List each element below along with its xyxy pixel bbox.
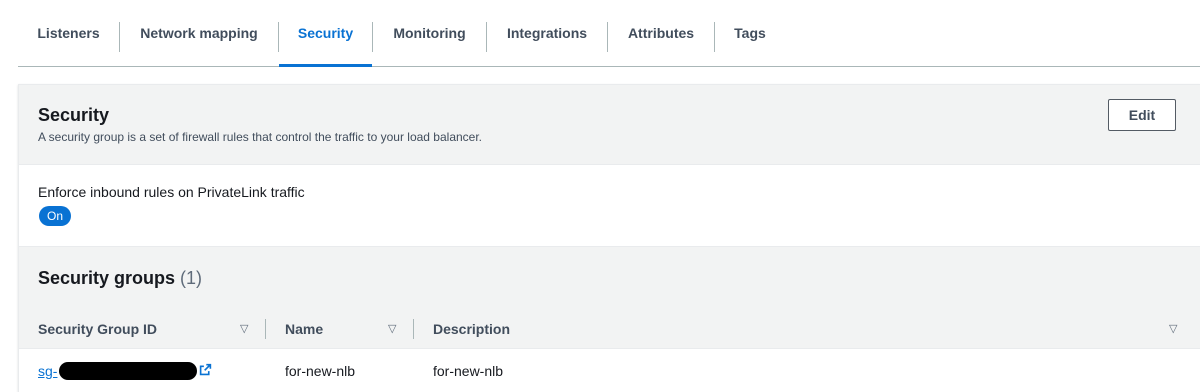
edit-button[interactable]: Edit [1108, 99, 1176, 131]
tab-attributes[interactable]: Attributes [608, 0, 714, 66]
security-group-id-link[interactable]: sg- [38, 363, 57, 379]
table-header: Security Group ID ▽ Name ▽ Description ▽ [19, 309, 1200, 349]
column-divider[interactable] [265, 319, 266, 339]
security-groups-header: Security groups (1) [19, 247, 1200, 309]
section-description: A security group is a set of firewall ru… [38, 130, 483, 144]
sort-caret-down-icon[interactable]: ▽ [240, 322, 248, 335]
tab-security[interactable]: Security [279, 0, 372, 67]
enforce-label: Enforce inbound rules on PrivateLink tra… [38, 184, 305, 200]
column-header-description[interactable]: Description [433, 309, 510, 349]
security-group-id-cell: sg- [38, 349, 212, 392]
security-groups-count: (1) [180, 268, 203, 288]
section-title: Security [38, 105, 110, 125]
name-cell: for-new-nlb [285, 363, 356, 379]
column-header-name[interactable]: Name [285, 309, 323, 349]
tab-tags[interactable]: Tags [715, 0, 785, 66]
tab-integrations[interactable]: Integrations [487, 0, 607, 66]
enforce-inbound-rules: Enforce inbound rules on PrivateLink tra… [19, 165, 1200, 247]
security-groups-title: Security groups (1) [38, 268, 202, 289]
table-row: sg- for-new-nlb for-new-nlb [19, 349, 1200, 392]
external-link-icon[interactable] [199, 363, 212, 379]
column-header-security-group-id[interactable]: Security Group ID [38, 309, 157, 349]
redacted-block [59, 362, 198, 380]
sort-caret-down-icon[interactable]: ▽ [388, 322, 396, 335]
tab-monitoring[interactable]: Monitoring [373, 0, 486, 66]
description-cell: for-new-nlb [433, 363, 504, 379]
status-badge: On [39, 206, 72, 226]
security-groups-title-text: Security groups [38, 268, 176, 288]
sort-caret-down-icon[interactable]: ▽ [1169, 322, 1177, 335]
security-container: Security A security group is a set of fi… [18, 84, 1200, 392]
tab-network-mapping[interactable]: Network mapping [120, 0, 278, 66]
security-header: Security A security group is a set of fi… [19, 85, 1200, 165]
tab-listeners[interactable]: Listeners [18, 0, 119, 66]
tab-bar: Listeners Network mapping Security Monit… [18, 0, 1200, 67]
column-divider[interactable] [413, 319, 414, 339]
